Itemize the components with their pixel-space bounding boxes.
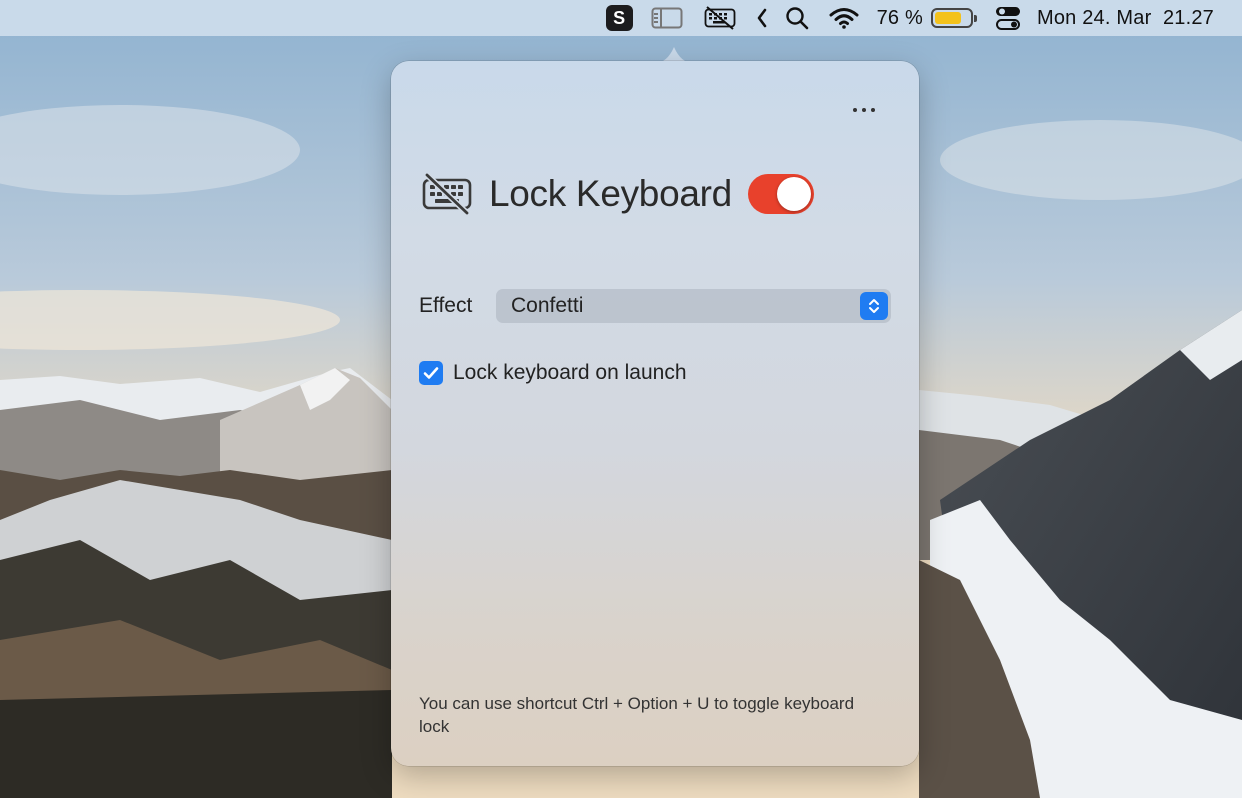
toggle-knob bbox=[776, 177, 811, 211]
more-button[interactable] bbox=[845, 97, 883, 123]
sidebar-icon[interactable] bbox=[651, 0, 683, 36]
lock-on-launch-row[interactable]: Lock keyboard on launch bbox=[419, 361, 687, 385]
chevron-up-down-icon bbox=[860, 292, 888, 320]
page-title: Lock Keyboard bbox=[489, 173, 732, 214]
battery-percent: 76 % bbox=[876, 6, 923, 29]
menu-bar: S 76 % Mon 24. Mar 21.27 bbox=[0, 0, 1242, 36]
header-row: Lock Keyboard bbox=[421, 168, 814, 220]
more-icon-dot bbox=[862, 108, 866, 112]
keyboard-lock-icon[interactable] bbox=[701, 3, 739, 33]
chevron-left-icon[interactable] bbox=[755, 0, 769, 36]
lock-keyboard-popover: Lock Keyboard Effect Confetti Lock keybo… bbox=[391, 61, 919, 766]
lock-on-launch-label: Lock keyboard on launch bbox=[453, 361, 687, 384]
lock-keyboard-toggle[interactable] bbox=[747, 174, 814, 214]
effect-select[interactable]: Confetti bbox=[496, 289, 891, 323]
more-icon-dot bbox=[871, 108, 875, 112]
more-icon bbox=[853, 108, 857, 112]
effect-selected-value: Confetti bbox=[511, 294, 584, 317]
battery-level-fill bbox=[934, 12, 961, 24]
battery-icon[interactable] bbox=[930, 0, 977, 36]
effect-label: Effect bbox=[419, 294, 473, 317]
checkmark-icon bbox=[423, 367, 439, 379]
keyboard-lock-icon bbox=[422, 173, 472, 215]
menu-bar-clock[interactable]: Mon 24. Mar 21.27 bbox=[1037, 0, 1214, 36]
search-icon[interactable] bbox=[785, 0, 809, 36]
wifi-icon[interactable] bbox=[829, 0, 859, 36]
shortcut-hint: You can use shortcut Ctrl + Option + U t… bbox=[419, 694, 855, 736]
control-center-icon[interactable] bbox=[995, 0, 1021, 36]
lock-on-launch-checkbox[interactable] bbox=[419, 361, 443, 385]
s-app-icon[interactable]: S bbox=[605, 0, 633, 36]
